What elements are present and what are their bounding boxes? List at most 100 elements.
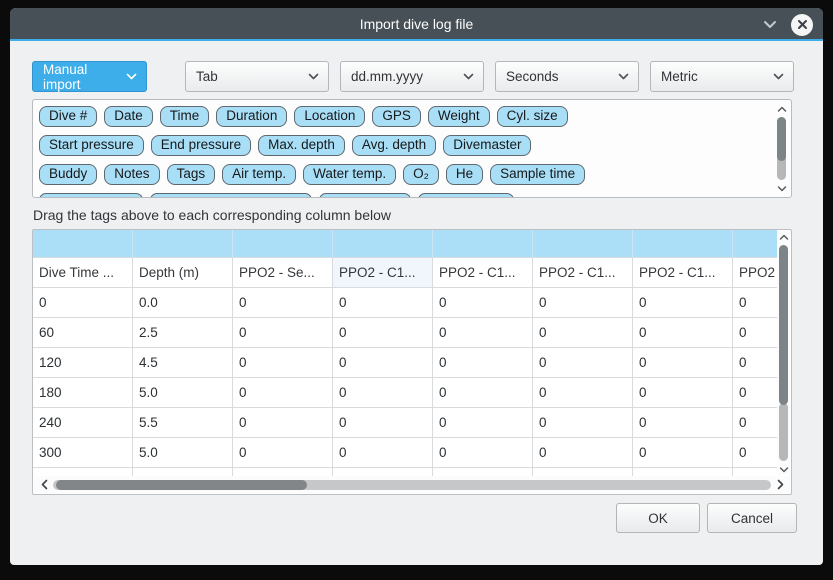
scroll-up-icon[interactable] — [775, 103, 788, 115]
cell: 0 — [433, 408, 533, 438]
cell: 0 — [33, 288, 133, 318]
cell: 5.0 — [133, 438, 233, 468]
tag-duration[interactable]: Duration — [216, 106, 287, 127]
scroll-down-icon[interactable] — [777, 463, 790, 475]
duration-format-select[interactable]: Seconds — [495, 61, 639, 92]
column-header[interactable]: PPO2 - C1... — [433, 258, 533, 288]
cell: 0 — [233, 378, 333, 408]
tag-buddy[interactable]: Buddy — [39, 164, 97, 185]
tag-cyl-size[interactable]: Cyl. size — [497, 106, 568, 127]
cell — [733, 468, 777, 476]
column-header[interactable]: PPO2 - C1... — [333, 258, 433, 288]
table-row-partial — [33, 468, 777, 476]
cell: 5.5 — [133, 408, 233, 438]
cancel-button[interactable]: Cancel — [707, 503, 797, 533]
tag-start-pressure[interactable]: Start pressure — [39, 135, 144, 156]
cell: 0 — [233, 288, 333, 318]
tag-pool-scrollbar[interactable] — [775, 103, 788, 194]
tag-he[interactable]: He — [446, 164, 483, 185]
column-header[interactable]: PPO2 - Se... — [233, 258, 333, 288]
tag-partial[interactable] — [418, 193, 514, 198]
scrollbar-thumb[interactable] — [56, 480, 307, 490]
tag-gps[interactable]: GPS — [372, 106, 421, 127]
cell: 0 — [633, 438, 733, 468]
tag-divemaster[interactable]: Divemaster — [443, 135, 531, 156]
cell: 0 — [333, 438, 433, 468]
table-vertical-scrollbar[interactable] — [777, 231, 790, 475]
tag-o[interactable]: O₂ — [403, 164, 439, 185]
tag-notes[interactable]: Notes — [104, 164, 159, 185]
tag-avg-depth[interactable]: Avg. depth — [352, 135, 436, 156]
scrollbar-thumb[interactable] — [777, 117, 786, 161]
units-select[interactable]: Metric — [650, 61, 794, 92]
import-dialog: Import dive log file Manual import — [10, 8, 823, 565]
drop-target-cell[interactable] — [333, 230, 433, 258]
cell — [433, 468, 533, 476]
column-header[interactable]: PPO2 - C1... — [633, 258, 733, 288]
column-header[interactable]: PPO2 — [733, 258, 777, 288]
tag-water-temp[interactable]: Water temp. — [303, 164, 396, 185]
close-button[interactable] — [791, 14, 813, 36]
cell: 0 — [633, 348, 733, 378]
tag-end-pressure[interactable]: End pressure — [151, 135, 251, 156]
drop-target-cell[interactable] — [533, 230, 633, 258]
tag-row: Start pressure End pressure Max. depth Avg.… — [39, 135, 771, 158]
tag-row-partial — [39, 193, 771, 198]
drop-target-cell[interactable] — [733, 230, 777, 258]
cell: 0 — [733, 378, 777, 408]
tag-sample-time[interactable]: Sample time — [490, 164, 585, 185]
drop-target-cell[interactable] — [133, 230, 233, 258]
scrollbar-track[interactable] — [53, 480, 771, 490]
chevron-down-icon — [126, 73, 137, 80]
drop-target-cell[interactable] — [33, 230, 133, 258]
tag-tags[interactable]: Tags — [167, 164, 216, 185]
scrollbar-track[interactable] — [779, 403, 788, 461]
cell: 0 — [333, 348, 433, 378]
drop-target-cell[interactable] — [633, 230, 733, 258]
tag-rows-container: Dive # Date Time Duration Location GPS Weight C… — [39, 106, 771, 198]
cell — [133, 468, 233, 476]
scroll-down-icon[interactable] — [775, 182, 788, 194]
cell: 0 — [533, 408, 633, 438]
ok-button[interactable]: OK — [616, 503, 700, 533]
field-separator-select[interactable]: Tab — [185, 61, 329, 92]
column-header[interactable]: PPO2 - C1... — [533, 258, 633, 288]
titlebar[interactable]: Import dive log file — [10, 8, 823, 41]
chevron-down-icon — [308, 73, 319, 80]
cell: 0 — [533, 288, 633, 318]
drop-target-cell[interactable] — [433, 230, 533, 258]
tag-max-depth[interactable]: Max. depth — [258, 135, 345, 156]
cell: 0 — [733, 348, 777, 378]
cell: 120 — [33, 348, 133, 378]
cell: 0 — [233, 348, 333, 378]
tag-partial[interactable] — [39, 193, 143, 198]
shade-button[interactable] — [761, 16, 779, 34]
table-horizontal-scrollbar[interactable] — [34, 476, 790, 493]
duration-format-value: Seconds — [506, 69, 559, 84]
cell — [633, 468, 733, 476]
cell: 0 — [333, 378, 433, 408]
scrollbar-thumb[interactable] — [779, 245, 788, 405]
tag-partial[interactable] — [150, 193, 312, 198]
tag-row: Buddy Notes Tags Air temp. Water temp. O₂ He Sa… — [39, 164, 771, 187]
chevron-down-icon — [463, 73, 474, 80]
column-header[interactable]: Dive Time ... — [33, 258, 133, 288]
scroll-left-icon[interactable] — [38, 478, 50, 492]
tag-dive[interactable]: Dive # — [39, 106, 97, 127]
drop-target-cell[interactable] — [233, 230, 333, 258]
tag-partial[interactable] — [319, 193, 411, 198]
import-mode-select[interactable]: Manual import — [32, 61, 147, 92]
cell: 0 — [733, 318, 777, 348]
table-grid: Dive Time ...Depth (m)PPO2 - Se...PPO2 -… — [33, 230, 777, 476]
tag-weight[interactable]: Weight — [428, 106, 490, 127]
close-icon — [797, 19, 808, 30]
tag-date[interactable]: Date — [104, 106, 153, 127]
tag-air-temp[interactable]: Air temp. — [222, 164, 296, 185]
cell: 0 — [233, 408, 333, 438]
column-header[interactable]: Depth (m) — [133, 258, 233, 288]
tag-time[interactable]: Time — [160, 106, 210, 127]
tag-location[interactable]: Location — [294, 106, 365, 127]
scroll-up-icon[interactable] — [777, 231, 790, 243]
scroll-right-icon[interactable] — [774, 478, 786, 492]
date-format-select[interactable]: dd.mm.yyyy — [340, 61, 484, 92]
